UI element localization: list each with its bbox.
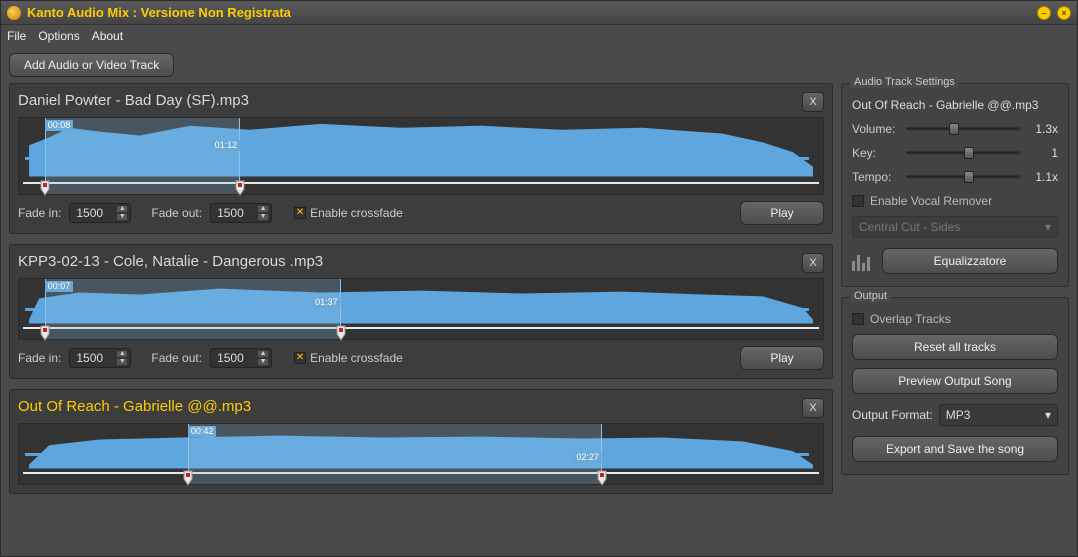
spin-down-icon[interactable]: ▼ [116,213,128,221]
marker-start[interactable] [183,470,193,486]
fade-in-label: Fade in: [18,351,61,365]
window-title: Kanto Audio Mix : Versione Non Registrat… [27,5,1037,20]
tempo-label: Tempo: [852,170,898,184]
marker-start[interactable] [40,180,50,196]
track-close-button[interactable]: X [802,92,824,112]
panel-title: Output [850,290,891,302]
close-button[interactable]: × [1057,6,1071,20]
waveform[interactable]: 00:08 01:12 [18,117,824,195]
checkbox-icon: ✕ [294,352,306,364]
menu-options[interactable]: Options [38,29,79,43]
titlebar: Kanto Audio Mix : Versione Non Registrat… [1,1,1077,25]
side-column: Audio Track Settings Out Of Reach - Gabr… [841,83,1069,548]
marker-end[interactable] [597,470,607,486]
key-label: Key: [852,146,898,160]
key-value: 1 [1028,146,1058,160]
spin-up-icon[interactable]: ▲ [116,205,128,213]
track-title: Out Of Reach - Gabrielle @@.mp3 [18,396,802,419]
selection-region[interactable] [188,424,602,484]
checkbox-icon: ✕ [294,207,306,219]
timestamp-end: 01:12 [212,140,241,151]
spin-up-icon[interactable]: ▲ [257,205,269,213]
fade-out-label: Fade out: [151,206,202,220]
checkbox-icon [852,195,864,207]
timestamp-end: 01:37 [312,297,341,308]
marker-end[interactable] [235,180,245,196]
vocal-mode-select: Central Cut - Sides ▾ [852,216,1058,238]
track: Out Of Reach - Gabrielle @@.mp3 X 00:42 … [9,389,833,494]
marker-start[interactable] [40,325,50,341]
fade-out-input[interactable]: ▲▼ [210,348,272,368]
export-button[interactable]: Export and Save the song [852,436,1058,462]
waveform[interactable]: 00:07 01:37 [18,278,824,340]
spin-down-icon[interactable]: ▼ [257,358,269,366]
crossfade-checkbox[interactable]: ✕ Enable crossfade [294,206,403,220]
crossfade-label: Enable crossfade [310,351,403,365]
volume-value: 1.3x [1028,122,1058,136]
menu-file[interactable]: File [7,29,26,43]
spin-down-icon[interactable]: ▼ [116,358,128,366]
marker-end[interactable] [336,325,346,341]
timestamp-start: 00:42 [188,426,217,437]
waveform[interactable]: 00:42 02:27 [18,423,824,485]
overlap-tracks-checkbox[interactable]: Overlap Tracks [852,312,1058,326]
play-button[interactable]: Play [740,201,824,225]
track-close-button[interactable]: X [802,253,824,273]
tempo-value: 1.1x [1028,170,1058,184]
track-close-button[interactable]: X [802,398,824,418]
app-window: Kanto Audio Mix : Versione Non Registrat… [0,0,1078,557]
timestamp-end: 02:27 [573,452,602,463]
vocal-remover-checkbox[interactable]: Enable Vocal Remover [852,194,1058,208]
equalizer-button[interactable]: Equalizzatore [882,248,1058,274]
slider-thumb[interactable] [964,171,974,183]
audio-track-settings-panel: Audio Track Settings Out Of Reach - Gabr… [841,83,1069,287]
vocal-remover-label: Enable Vocal Remover [870,194,992,208]
selected-track-name: Out Of Reach - Gabrielle @@.mp3 [852,98,1058,112]
crossfade-label: Enable crossfade [310,206,403,220]
chevron-down-icon: ▾ [1045,220,1051,234]
reset-tracks-button[interactable]: Reset all tracks [852,334,1058,360]
slider-thumb[interactable] [964,147,974,159]
key-slider[interactable] [906,146,1020,160]
tracks-column: Daniel Powter - Bad Day (SF).mp3 X 00:08… [9,83,833,548]
play-button[interactable]: Play [740,346,824,370]
fade-out-input[interactable]: ▲▼ [210,203,272,223]
output-panel: Output Overlap Tracks Reset all tracks P… [841,297,1069,475]
volume-label: Volume: [852,122,898,136]
fade-in-input[interactable]: ▲▼ [69,203,131,223]
selection-region[interactable] [45,118,240,194]
spin-up-icon[interactable]: ▲ [116,350,128,358]
fade-in-input[interactable]: ▲▼ [69,348,131,368]
slider-thumb[interactable] [949,123,959,135]
equalizer-icon [852,251,874,271]
menubar: File Options About [1,25,1077,47]
fade-out-label: Fade out: [151,351,202,365]
spin-up-icon[interactable]: ▲ [257,350,269,358]
add-track-button[interactable]: Add Audio or Video Track [9,53,174,77]
output-format-select[interactable]: MP3 ▾ [939,404,1058,426]
selection-region[interactable] [45,279,341,339]
fade-in-label: Fade in: [18,206,61,220]
crossfade-checkbox[interactable]: ✕ Enable crossfade [294,351,403,365]
track: KPP3-02-13 - Cole, Natalie - Dangerous .… [9,244,833,379]
output-format-label: Output Format: [852,408,933,422]
timestamp-start: 00:08 [45,120,74,131]
panel-title: Audio Track Settings [850,76,959,88]
preview-output-button[interactable]: Preview Output Song [852,368,1058,394]
timestamp-start: 00:07 [45,281,74,292]
chevron-down-icon: ▾ [1045,408,1051,422]
menu-about[interactable]: About [92,29,123,43]
track-title: KPP3-02-13 - Cole, Natalie - Dangerous .… [18,251,802,274]
app-icon [7,6,21,20]
checkbox-icon [852,313,864,325]
volume-slider[interactable] [906,122,1020,136]
tempo-slider[interactable] [906,170,1020,184]
spin-down-icon[interactable]: ▼ [257,213,269,221]
overlap-tracks-label: Overlap Tracks [870,312,951,326]
track-title: Daniel Powter - Bad Day (SF).mp3 [18,90,802,113]
track: Daniel Powter - Bad Day (SF).mp3 X 00:08… [9,83,833,234]
minimize-button[interactable]: – [1037,6,1051,20]
